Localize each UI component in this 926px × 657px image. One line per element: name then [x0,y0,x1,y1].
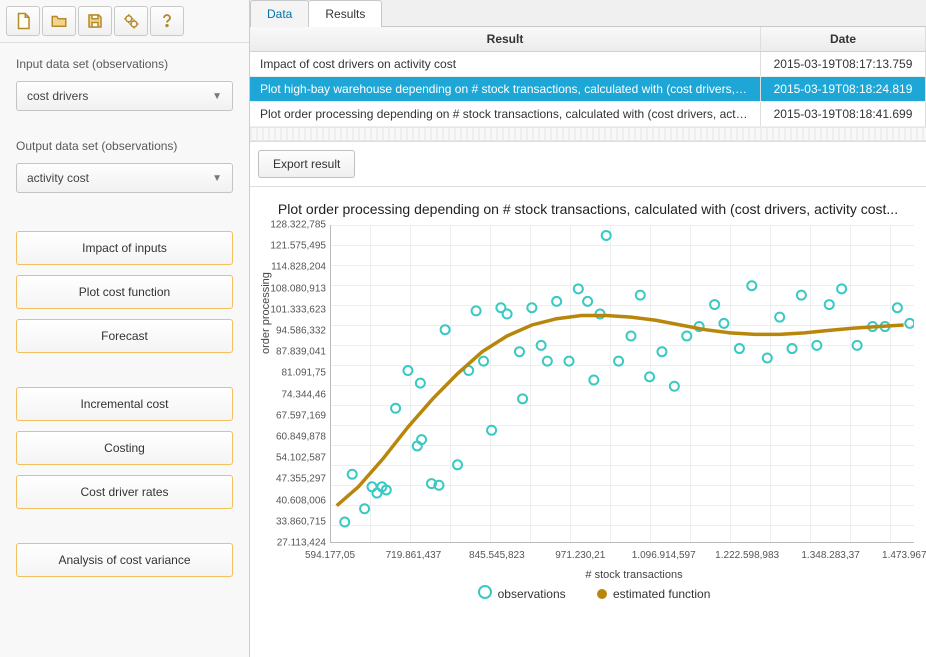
col-result: Result [250,27,761,51]
cell-result: Impact of cost drivers on activity cost [250,52,761,76]
input-dataset-select[interactable]: cost drivers ▼ [16,81,233,111]
x-tick: 594.177,05 [305,550,355,561]
y-tick: 74.344,46 [266,389,326,400]
chart-title: Plot order processing depending on # sto… [250,187,926,221]
y-tick: 128.322,785 [266,220,326,231]
x-tick: 1.473.967,757 [882,550,926,561]
open-folder-icon [50,12,68,30]
legend: observations estimated function [274,585,914,601]
y-tick: 33.860,715 [266,516,326,527]
cost-driver-rates-button[interactable]: Cost driver rates [16,475,233,509]
input-dataset-label: Input data set (observations) [0,43,249,75]
x-axis-label: # stock transactions [314,569,926,581]
cell-date: 2015-03-19T08:18:24.819 [761,77,926,101]
tabs: Data Results [250,0,926,27]
export-result-button[interactable]: Export result [258,150,355,178]
button-group-1: Impact of inputs Plot cost function Fore… [0,227,249,363]
new-file-icon [14,12,32,30]
help-button[interactable] [150,6,184,36]
output-dataset-label: Output data set (observations) [0,125,249,157]
x-tick: 719.861,437 [386,550,442,561]
incremental-cost-button[interactable]: Incremental cost [16,387,233,421]
settings-button[interactable] [114,6,148,36]
chevron-down-icon: ▼ [212,91,222,102]
help-icon [158,12,176,30]
x-tick: 1.348.283,37 [801,550,859,561]
cell-date: 2015-03-19T08:17:13.759 [761,52,926,76]
tab-results[interactable]: Results [308,0,382,27]
y-tick: 40.608,006 [266,495,326,506]
y-tick: 81.091,75 [266,368,326,379]
col-date: Date [761,27,926,51]
output-dataset-select[interactable]: activity cost ▼ [16,163,233,193]
x-tick: 1.222.598,983 [715,550,779,561]
plot-cost-function-button[interactable]: Plot cost function [16,275,233,309]
main-panel: Data Results Result Date Impact of cost … [250,0,926,657]
chart-area: order processing 128.322,785121.575,4951… [250,221,926,657]
legend-observations: observations [478,587,566,601]
new-file-button[interactable] [6,6,40,36]
settings-gears-icon [122,12,140,30]
costing-button[interactable]: Costing [16,431,233,465]
y-tick: 27.113,424 [266,538,326,549]
table-row[interactable]: Plot order processing depending on # sto… [250,102,926,127]
toolbar [0,0,249,43]
x-tick: 971.230,21 [555,550,605,561]
x-tick: 1.096.914,597 [632,550,696,561]
y-tick: 67.597,169 [266,410,326,421]
chevron-down-icon: ▼ [212,173,222,184]
sidebar: Input data set (observations) cost drive… [0,0,250,657]
results-table: Result Date Impact of cost drivers on ac… [250,27,926,142]
open-folder-button[interactable] [42,6,76,36]
plot-svg [330,225,914,543]
cell-result: Plot order processing depending on # sto… [250,102,761,126]
y-tick: 121.575,495 [266,241,326,252]
table-header: Result Date [250,27,926,52]
input-dataset-value: cost drivers [27,89,88,103]
cell-result: Plot high-bay warehouse depending on # s… [250,77,761,101]
cell-date: 2015-03-19T08:18:41.699 [761,102,926,126]
y-tick: 47.355,297 [266,474,326,485]
y-tick: 114.828,204 [266,262,326,273]
analysis-of-cost-variance-button[interactable]: Analysis of cost variance [16,543,233,577]
forecast-button[interactable]: Forecast [16,319,233,353]
y-tick: 94.586,332 [266,326,326,337]
save-icon [86,12,104,30]
y-tick: 87.839,041 [266,347,326,358]
y-tick: 54.102,587 [266,453,326,464]
impact-of-inputs-button[interactable]: Impact of inputs [16,231,233,265]
button-group-2: Incremental cost Costing Cost driver rat… [0,383,249,519]
legend-estimated-function: estimated function [597,587,710,601]
tab-data[interactable]: Data [250,0,309,27]
table-row[interactable]: Plot high-bay warehouse depending on # s… [250,77,926,102]
table-row[interactable]: Impact of cost drivers on activity cost2… [250,52,926,77]
x-tick: 845.545,823 [469,550,525,561]
y-tick: 60.849,878 [266,432,326,443]
y-tick: 108.080,913 [266,283,326,294]
button-group-3: Analysis of cost variance [0,539,249,587]
horizontal-scrollbar[interactable] [250,127,926,141]
output-dataset-value: activity cost [27,171,89,185]
save-button[interactable] [78,6,112,36]
y-tick: 101.333,623 [266,304,326,315]
